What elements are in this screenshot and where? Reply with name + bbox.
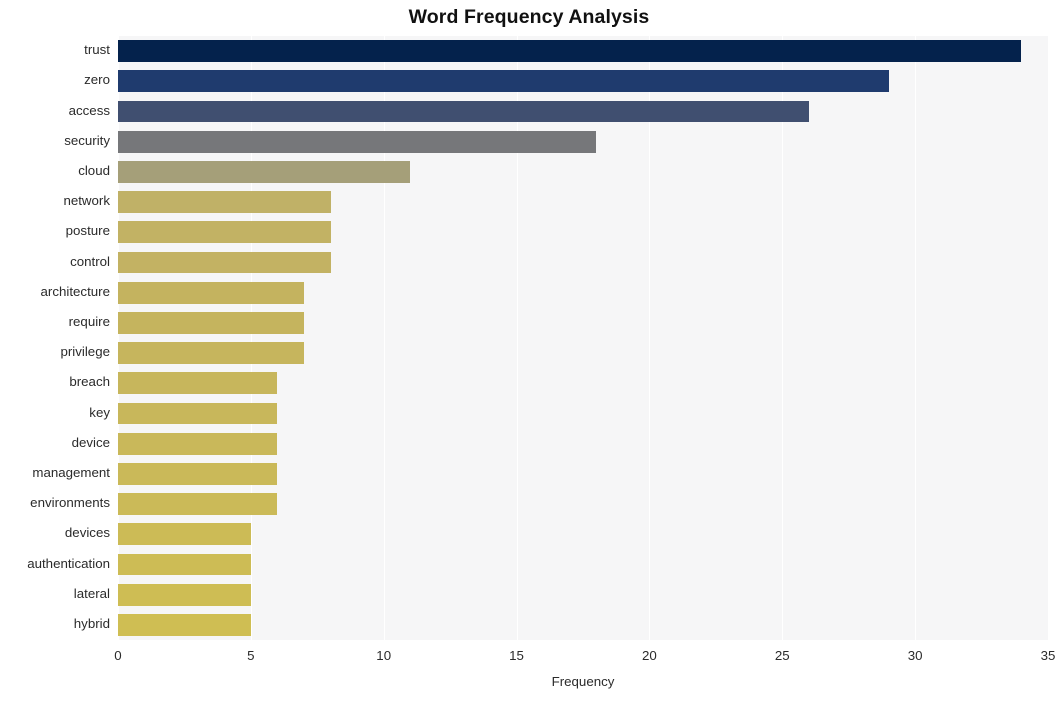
y-tick-label-access: access <box>68 102 110 118</box>
y-tick-label-architecture: architecture <box>40 283 110 299</box>
page-title: Word Frequency Analysis <box>408 6 650 28</box>
y-tick-label-authentication: authentication <box>27 555 110 571</box>
y-tick-label-device: device <box>71 434 110 450</box>
y-tick-label-hybrid: hybrid <box>73 615 110 631</box>
y-axis-labels: trust zero access security cloud network postu… <box>0 36 1058 640</box>
y-tick-label-zero: zero <box>84 72 110 88</box>
y-tick-label-control: control <box>70 253 110 269</box>
y-tick-label-management: management <box>32 464 110 480</box>
y-tick-label-key: key <box>89 404 110 420</box>
y-tick-label-lateral: lateral <box>73 585 110 601</box>
x-tick-label: 0 <box>114 648 122 663</box>
x-tick-label: 10 <box>376 648 392 663</box>
y-tick-label-network: network <box>63 193 110 209</box>
y-tick-label-cloud: cloud <box>78 162 110 178</box>
x-tick-label: 20 <box>642 648 657 663</box>
x-tick-label: 5 <box>247 648 255 663</box>
x-axis-ticks: 0 5 10 15 20 25 30 35 <box>0 648 1058 670</box>
chart-figure: Word Frequency Analysis trust zero access s… <box>0 0 1058 701</box>
y-tick-label-security: security <box>64 132 110 148</box>
x-tick-label: 30 <box>907 648 923 663</box>
x-tick-label: 25 <box>774 648 790 663</box>
x-tick-label: 35 <box>1040 648 1056 663</box>
y-tick-label-environments: environments <box>30 495 110 511</box>
y-tick-label-posture: posture <box>65 223 110 239</box>
x-tick-label: 15 <box>509 648 524 663</box>
y-tick-label-privilege: privilege <box>60 344 110 360</box>
y-tick-label-devices: devices <box>64 525 110 541</box>
y-tick-label-breach: breach <box>69 374 110 390</box>
x-axis-label: Frequency <box>551 674 615 689</box>
y-tick-label-trust: trust <box>84 42 110 58</box>
y-tick-label-require: require <box>68 313 110 329</box>
